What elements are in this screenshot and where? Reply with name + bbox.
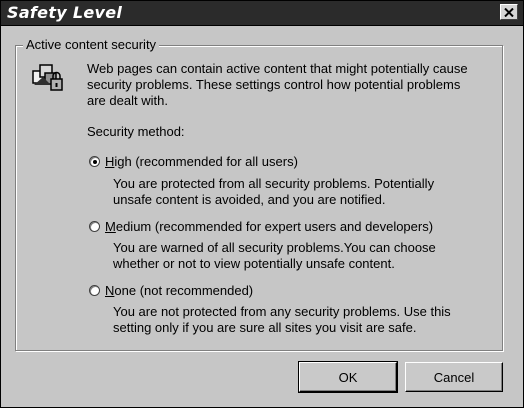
close-button[interactable] — [500, 4, 518, 20]
close-icon — [504, 7, 514, 17]
option-description-line: whether or not to view potentially unsaf… — [113, 256, 395, 271]
option-description-line: setting only if you are sure all sites y… — [113, 320, 417, 335]
window-title: Safety Level — [7, 3, 123, 22]
safety-level-dialog: Safety Level Active content security Web… — [0, 0, 524, 408]
intro-description: Web pages can contain active content tha… — [87, 61, 468, 109]
ok-button[interactable]: OK — [298, 361, 398, 393]
title-bar[interactable]: Safety Level — [1, 1, 523, 26]
radio-medium[interactable] — [89, 221, 100, 232]
security-method-label: Security method: — [87, 124, 185, 139]
option-none-label[interactable]: None (not recommended) — [105, 283, 253, 299]
security-shield-icon — [32, 64, 63, 91]
group-label: Active content security — [23, 37, 160, 53]
intro-line: are dealt with. — [87, 93, 168, 108]
option-description-line: You are not protected from any security … — [113, 304, 451, 319]
option-description-line: You are warned of all security problems.… — [113, 240, 436, 255]
option-medium-description: You are warned of all security problems.… — [113, 240, 436, 272]
option-description-line: unsafe content is avoided, and you are n… — [113, 192, 386, 207]
radio-none[interactable] — [89, 285, 100, 296]
cancel-button[interactable]: Cancel — [405, 362, 503, 392]
radio-high[interactable] — [89, 156, 100, 167]
intro-line: Web pages can contain active content tha… — [87, 61, 468, 76]
intro-line: security problems. These settings contro… — [87, 77, 461, 92]
option-description-line: You are protected from all security prob… — [113, 176, 435, 191]
option-none-description: You are not protected from any security … — [113, 304, 451, 336]
option-high-description: You are protected from all security prob… — [113, 176, 434, 208]
option-medium-label[interactable]: Medium (recommended for expert users and… — [105, 219, 433, 235]
option-high-label[interactable]: High (recommended for all users) — [105, 154, 298, 170]
